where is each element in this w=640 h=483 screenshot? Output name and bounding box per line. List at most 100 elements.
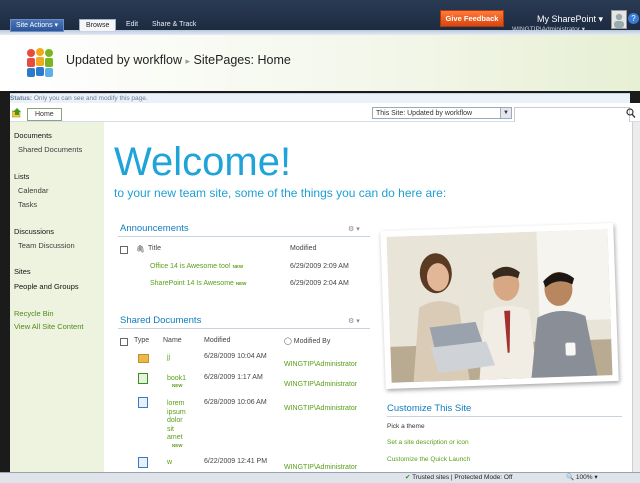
announcement-link[interactable]: SharePoint 14 Is Awesome NEW: [150, 280, 246, 287]
nav-lists-heading[interactable]: Lists: [14, 172, 29, 181]
new-badge: NEW: [172, 443, 183, 448]
site-title-link[interactable]: Updated by workflow: [66, 53, 182, 67]
zoom-icon: 🔍: [566, 474, 575, 481]
select-all-checkbox[interactable]: [120, 338, 128, 346]
document-link[interactable]: jj: [167, 354, 170, 361]
site-logo-icon: [27, 48, 53, 77]
folder-icon: [138, 354, 149, 363]
tab-share-track[interactable]: Share & Track: [152, 19, 196, 30]
col-modified[interactable]: Modified: [204, 337, 230, 344]
user-silhouette-icon: [614, 13, 624, 28]
security-zone-label: Trusted sites | Protected Mode: Off: [412, 474, 513, 481]
modified-by-link[interactable]: WINGTIP\Administrator: [284, 405, 357, 412]
word-icon: [138, 457, 148, 468]
nav-documents-heading[interactable]: Documents: [14, 131, 52, 140]
col-title[interactable]: Title: [148, 245, 161, 252]
nav-home-tab[interactable]: Home: [27, 108, 62, 121]
attachment-icon: 🖇: [136, 246, 145, 253]
webpart-divider: [118, 236, 370, 237]
user-menu[interactable]: WINGTIP\Administrator ▾: [512, 25, 585, 33]
give-feedback-button[interactable]: Give Feedback: [440, 10, 504, 27]
tab-edit-label: Edit: [126, 21, 139, 28]
my-sharepoint-label: My SharePoint: [537, 14, 597, 24]
welcome-heading: Welcome!: [114, 140, 292, 184]
search-input[interactable]: [514, 107, 630, 123]
col-modified[interactable]: Modified: [290, 245, 316, 252]
zoom-control[interactable]: 🔍 100% ▾: [566, 473, 598, 481]
webpart-menu-icon[interactable]: ⚙ ▾: [348, 225, 360, 233]
nav-people-groups[interactable]: People and Groups: [14, 282, 79, 291]
nav-home-label: Home: [35, 111, 54, 118]
announcement-modified: 6/29/2009 2:09 AM: [290, 263, 349, 270]
tab-browse-label: Browse: [86, 22, 110, 29]
modified-by-link[interactable]: WINGTIP\Administrator: [284, 464, 357, 471]
modified-by-link[interactable]: WINGTIP\Administrator: [284, 381, 357, 388]
nav-sites-heading[interactable]: Sites: [14, 267, 31, 276]
col-modified-by[interactable]: ◯ Modified By: [284, 337, 330, 345]
webpart-divider: [118, 328, 370, 329]
search-scope-select[interactable]: This Site: Updated by workflow: [372, 107, 512, 119]
navigate-up-icon[interactable]: [12, 108, 22, 118]
browser-status-bar: [0, 472, 640, 483]
search-icon[interactable]: [626, 107, 636, 119]
nav-calendar[interactable]: Calendar: [18, 186, 48, 195]
zoom-level: 100%: [575, 474, 593, 481]
site-actions-menu[interactable]: Site Actions ▾: [10, 19, 65, 32]
chevron-down-icon[interactable]: ▼: [500, 108, 511, 118]
word-icon: [138, 397, 148, 408]
excel-icon: [138, 373, 148, 384]
breadcrumb-separator: ▸: [185, 56, 191, 66]
col-name[interactable]: Name: [163, 337, 182, 344]
webpart-menu-icon[interactable]: ⚙ ▾: [348, 317, 360, 325]
checkmark-icon: ✔: [405, 474, 411, 481]
customize-site-title: Customize This Site: [387, 403, 472, 414]
page-name: SitePages: Home: [193, 53, 291, 67]
announcement-modified: 6/29/2009 2:04 AM: [290, 280, 349, 287]
nav-shared-documents[interactable]: Shared Documents: [18, 145, 82, 154]
status-text: Only you can see and modify this page.: [33, 95, 148, 102]
team-photo: [380, 222, 619, 390]
vertical-scrollbar[interactable]: [632, 122, 640, 472]
help-icon[interactable]: ?: [628, 13, 639, 24]
tab-edit[interactable]: Edit: [126, 19, 138, 30]
announcements-title[interactable]: Announcements: [120, 223, 189, 234]
status-label: Status:: [10, 95, 33, 102]
announcement-link[interactable]: Office 14 is Awesome too! NEW: [150, 263, 243, 270]
page-title: Updated by workflow ▸ SitePages: Home: [66, 53, 291, 67]
my-sharepoint-menu[interactable]: My SharePoint ▾: [537, 14, 603, 25]
nav-team-discussion[interactable]: Team Discussion: [18, 241, 75, 250]
search-scope-value: This Site: Updated by workflow: [376, 110, 473, 117]
nav-view-all-content[interactable]: View All Site Content: [14, 322, 84, 331]
document-link[interactable]: book1: [167, 375, 186, 382]
document-modified: 6/28/2009 10:06 AM: [204, 399, 267, 406]
security-zone[interactable]: ✔ Trusted sites | Protected Mode: Off: [405, 473, 512, 481]
tab-browse[interactable]: Browse: [79, 19, 117, 31]
select-all-checkbox[interactable]: [120, 246, 128, 254]
document-link[interactable]: lorem ipsum dolor sit amet: [167, 400, 186, 443]
nav-tasks[interactable]: Tasks: [18, 200, 37, 209]
tab-share-track-label: Share & Track: [152, 21, 197, 28]
site-description-link[interactable]: Set a site description or icon: [387, 439, 469, 446]
document-modified: 6/28/2009 10:04 AM: [204, 353, 267, 360]
new-badge: NEW: [172, 383, 183, 388]
nav-recycle-bin[interactable]: Recycle Bin: [14, 309, 54, 318]
status-bar: Status: Only you can see and modify this…: [10, 93, 630, 103]
col-type[interactable]: Type: [134, 337, 149, 344]
team-photo-image: [386, 229, 613, 383]
new-badge: NEW: [235, 281, 247, 286]
avatar[interactable]: [611, 10, 627, 29]
pick-theme-link[interactable]: Pick a theme: [387, 423, 425, 430]
user-name: WINGTIP\Administrator: [512, 26, 580, 33]
new-badge: NEW: [232, 264, 244, 269]
people-at-laptop-illustration: [386, 229, 613, 383]
quick-launch-link[interactable]: Customize the Quick Launch: [387, 456, 470, 463]
document-link[interactable]: w: [167, 459, 172, 466]
document-modified: 6/28/2009 1:17 AM: [204, 374, 263, 381]
document-modified: 6/22/2009 12:41 PM: [204, 458, 268, 465]
shared-documents-title[interactable]: Shared Documents: [120, 315, 201, 326]
nav-discussions-heading[interactable]: Discussions: [14, 227, 54, 236]
webpart-divider: [387, 416, 622, 417]
welcome-subtitle: to your new team site, some of the thing…: [114, 186, 447, 200]
modified-by-link[interactable]: WINGTIP\Administrator: [284, 361, 357, 368]
site-actions-label: Site Actions: [16, 22, 53, 29]
